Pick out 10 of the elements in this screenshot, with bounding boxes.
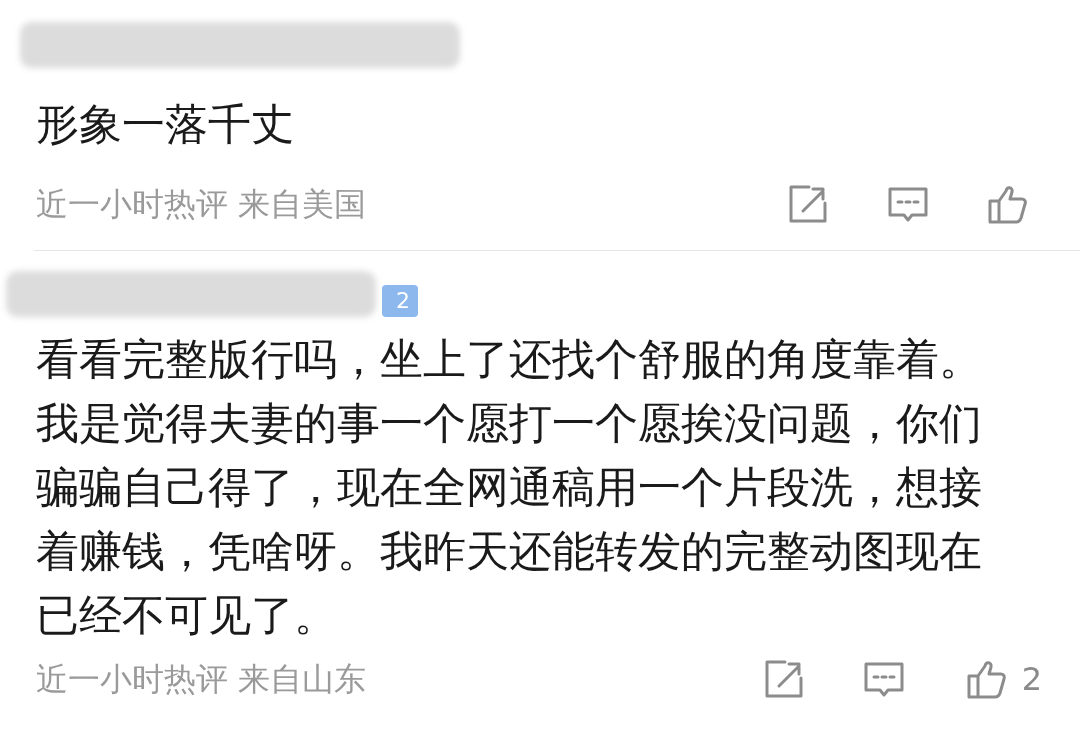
comment-text: 看看完整版行吗，坐上了还找个舒服的角度靠着。我是觉得夫妻的事一个愿打一个愿挨没问题，你们骗骗自己得了，现在全网通稿用一个片段洗，想接着赚钱，凭啥呀。我昨天还能转发的完整动图现在已经不可见了。	[36, 333, 983, 642]
share-icon[interactable]	[787, 183, 829, 225]
thumbs-up-icon[interactable]	[987, 183, 1029, 225]
share-icon[interactable]	[763, 658, 805, 700]
level-badge: 2	[382, 285, 418, 317]
comment-meta: 近一小时热评 来自山东	[36, 659, 368, 700]
comment-text: 形象一落千丈	[36, 98, 295, 151]
thumbs-up-icon[interactable]	[965, 658, 1008, 700]
comment-meta: 近一小时热评 来自美国	[36, 184, 368, 225]
like-count: 2	[1021, 659, 1043, 700]
